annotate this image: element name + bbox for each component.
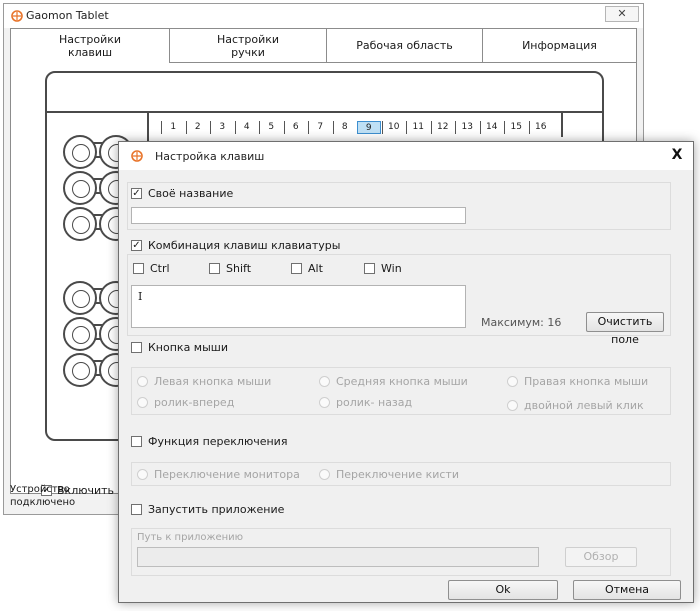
close-icon: ✕ <box>617 7 627 20</box>
switch-function-checkbox[interactable] <box>131 435 142 447</box>
key-number-7[interactable]: 7 <box>308 121 332 134</box>
key-number-2[interactable]: 2 <box>185 121 210 134</box>
ctrl-checkbox[interactable] <box>133 262 144 274</box>
mouse-button-row[interactable]: Кнопка мыши <box>131 339 228 355</box>
tab-key-settings[interactable]: Настройки клавиш <box>11 29 170 63</box>
tab-label: Настройки клавиш <box>58 33 122 59</box>
scroll-down-radio[interactable] <box>319 396 330 408</box>
key-number-12[interactable]: 12 <box>430 121 455 134</box>
tab-label: Настройки ручки <box>216 32 280 59</box>
key-number-9[interactable]: 9 <box>357 121 381 134</box>
device-status: Устройство подключено <box>10 483 130 513</box>
gaomon-app-icon <box>131 150 143 162</box>
middle-click-option[interactable]: Средняя кнопка мыши <box>319 373 468 389</box>
tab-information[interactable]: Информация <box>483 29 636 63</box>
cancel-button[interactable]: Отмена <box>573 580 681 600</box>
custom-name-checkbox[interactable] <box>131 187 142 199</box>
right-click-radio[interactable] <box>507 375 518 387</box>
key-number-8[interactable]: 8 <box>332 121 357 134</box>
main-titlebar: Gaomon Tablet ✕ <box>4 4 643 28</box>
ctrl-label: Ctrl <box>150 261 170 275</box>
key-number-3[interactable]: 3 <box>210 121 234 134</box>
launch-app-label: Запустить приложение <box>148 502 285 516</box>
dialog-titlebar: Настройка клавиш X <box>119 142 693 170</box>
key-number-16[interactable]: 16 <box>528 121 553 134</box>
ok-button[interactable]: Ok <box>448 580 558 600</box>
key-number-6[interactable]: 6 <box>283 121 308 134</box>
win-modifier[interactable]: Win <box>364 260 402 276</box>
main-window-title: Gaomon Tablet <box>26 9 109 22</box>
left-click-label: Левая кнопка мыши <box>154 374 272 388</box>
shift-checkbox[interactable] <box>209 262 220 274</box>
switch-brush-option[interactable]: Переключение кисти <box>319 466 459 482</box>
app-path-input[interactable] <box>137 547 539 567</box>
double-click-label: двойной левый клик <box>524 398 644 412</box>
double-click-radio[interactable] <box>507 399 518 411</box>
shift-modifier[interactable]: Shift <box>209 260 251 276</box>
key-combo-input[interactable]: I <box>131 285 466 328</box>
main-close-button[interactable]: ✕ <box>605 6 639 22</box>
ctrl-modifier[interactable]: Ctrl <box>133 260 170 276</box>
browse-button[interactable]: Обзор <box>565 547 637 567</box>
scroll-down-label: ролик- назад <box>336 395 413 409</box>
switch-brush-radio[interactable] <box>319 468 330 480</box>
gaomon-app-icon <box>11 10 23 22</box>
right-click-label: Правая кнопка мыши <box>524 374 649 388</box>
mouse-button-checkbox[interactable] <box>131 341 142 353</box>
scroll-up-option[interactable]: ролик-вперед <box>137 394 234 410</box>
switch-monitor-option[interactable]: Переключение монитора <box>137 466 300 482</box>
key-number-13[interactable]: 13 <box>455 121 479 134</box>
scroll-up-label: ролик-вперед <box>154 395 235 409</box>
key-number-4[interactable]: 4 <box>234 121 259 134</box>
key-number-strip: 1 2 3 4 5 6 7 8 9 10 11 12 13 14 15 16 <box>147 111 563 137</box>
win-checkbox[interactable] <box>364 262 375 274</box>
alt-checkbox[interactable] <box>291 262 302 274</box>
left-click-option[interactable]: Левая кнопка мыши <box>137 373 271 389</box>
key-number-5[interactable]: 5 <box>259 121 283 134</box>
key-number-11[interactable]: 11 <box>406 121 430 134</box>
switch-monitor-radio[interactable] <box>137 468 148 480</box>
win-label: Win <box>381 261 402 275</box>
middle-click-radio[interactable] <box>319 375 330 387</box>
launch-app-row[interactable]: Запустить приложение <box>131 501 284 517</box>
keyboard-combo-checkbox[interactable] <box>131 239 142 251</box>
custom-name-row[interactable]: Своё название <box>131 185 233 201</box>
tab-work-area[interactable]: Рабочая область <box>327 29 483 63</box>
key-number-10[interactable]: 10 <box>381 121 406 134</box>
app-path-label: Путь к приложению <box>137 532 244 543</box>
tab-label: Информация <box>522 39 597 52</box>
switch-function-label: Функция переключения <box>148 434 288 448</box>
dialog-title: Настройка клавиш <box>155 150 265 163</box>
custom-name-input[interactable] <box>131 207 466 224</box>
status-line-2: подключено <box>10 497 76 508</box>
scroll-down-option[interactable]: ролик- назад <box>319 394 412 410</box>
key-number-15[interactable]: 15 <box>504 121 528 134</box>
tab-label: Рабочая область <box>356 39 453 52</box>
alt-label: Alt <box>308 261 323 275</box>
shift-label: Shift <box>226 261 252 275</box>
max-keys-label: Максимум: 16 <box>481 316 562 329</box>
right-click-option[interactable]: Правая кнопка мыши <box>507 373 648 389</box>
dialog-close-button[interactable]: X <box>667 147 687 165</box>
switch-brush-label: Переключение кисти <box>336 467 459 481</box>
tab-pen-settings[interactable]: Настройки ручки <box>170 29 327 63</box>
scroll-up-radio[interactable] <box>137 396 148 408</box>
mouse-button-label: Кнопка мыши <box>148 340 229 354</box>
key-number-1[interactable]: 1 <box>161 121 185 134</box>
close-icon: X <box>671 147 683 163</box>
key-settings-dialog: Настройка клавиш X Своё название Комбина… <box>118 141 694 603</box>
alt-modifier[interactable]: Alt <box>291 260 323 276</box>
status-line-1: Устройство <box>10 484 70 495</box>
double-click-option[interactable]: двойной левый клик <box>507 397 644 413</box>
custom-name-label: Своё название <box>148 186 234 200</box>
clear-field-button[interactable]: Очистить поле <box>586 312 664 346</box>
middle-click-label: Средняя кнопка мыши <box>336 374 468 388</box>
left-click-radio[interactable] <box>137 375 148 387</box>
keyboard-combo-row[interactable]: Комбинация клавиш клавиатуры <box>131 237 340 253</box>
switch-monitor-label: Переключение монитора <box>154 467 300 481</box>
launch-app-checkbox[interactable] <box>131 503 142 515</box>
switch-function-row[interactable]: Функция переключения <box>131 433 287 449</box>
key-number-14[interactable]: 14 <box>479 121 504 134</box>
keyboard-combo-label: Комбинация клавиш клавиатуры <box>148 238 341 252</box>
